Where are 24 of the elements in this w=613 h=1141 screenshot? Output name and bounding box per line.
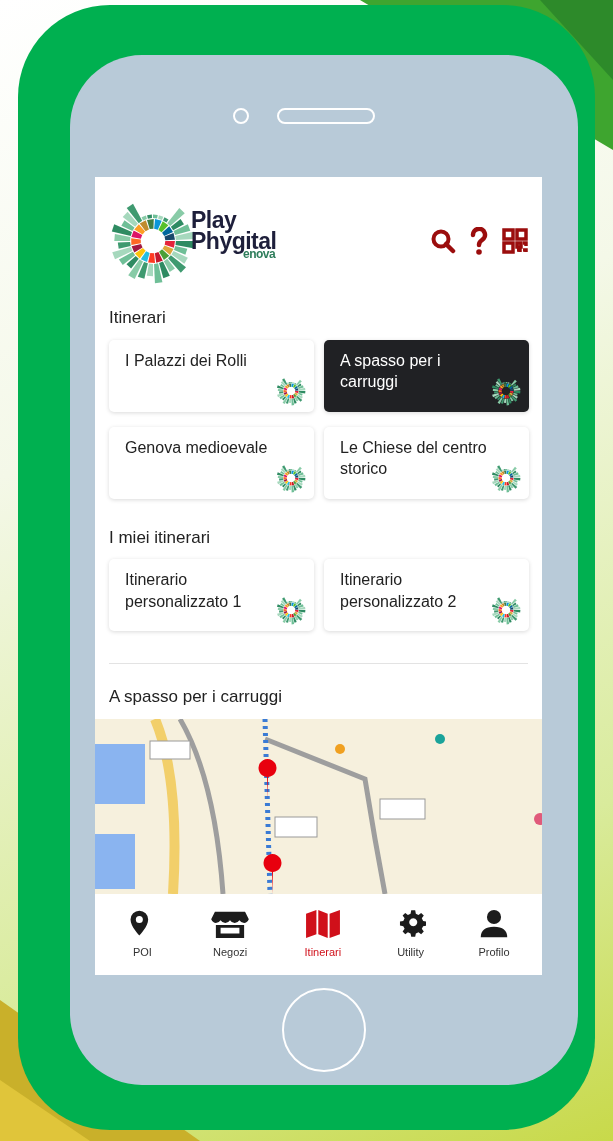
emblem-icon	[276, 595, 306, 625]
nav-tab[interactable]: POI	[127, 908, 158, 961]
itinerary-card[interactable]: Itinerario personalizzato 1	[109, 559, 314, 631]
itinerary-card[interactable]: Itinerario personalizzato 2	[324, 559, 529, 631]
person-icon	[478, 908, 509, 940]
nav-tab[interactable]: Negozi	[210, 908, 251, 961]
itinerary-card[interactable]: Genova medioevale	[109, 426, 314, 499]
itinerary-card[interactable]: A spasso per i carruggi	[324, 339, 529, 412]
search-icon[interactable]	[430, 228, 456, 254]
section-title: Itinerari	[109, 307, 167, 329]
itinerary-card[interactable]: I Palazzi dei Rolli	[109, 339, 314, 412]
qr-code-icon[interactable]	[502, 228, 528, 254]
itinerary-card[interactable]: Le Chiese del centro storico	[324, 426, 529, 499]
logo-text: Phygital	[191, 230, 277, 252]
speaker-icon	[277, 108, 375, 124]
help-icon[interactable]	[470, 227, 488, 255]
nav-tab[interactable]: Utility	[395, 908, 426, 961]
section-title: A spasso per i carruggi	[109, 686, 283, 708]
emblem-icon	[491, 595, 521, 625]
section-title: I miei itinerari	[109, 526, 212, 549]
camera-icon	[233, 108, 249, 124]
logo-text: Play	[191, 209, 237, 231]
nav-tab[interactable]: Itinerari	[302, 908, 343, 961]
nav-tab[interactable]: Profilo	[478, 908, 510, 961]
